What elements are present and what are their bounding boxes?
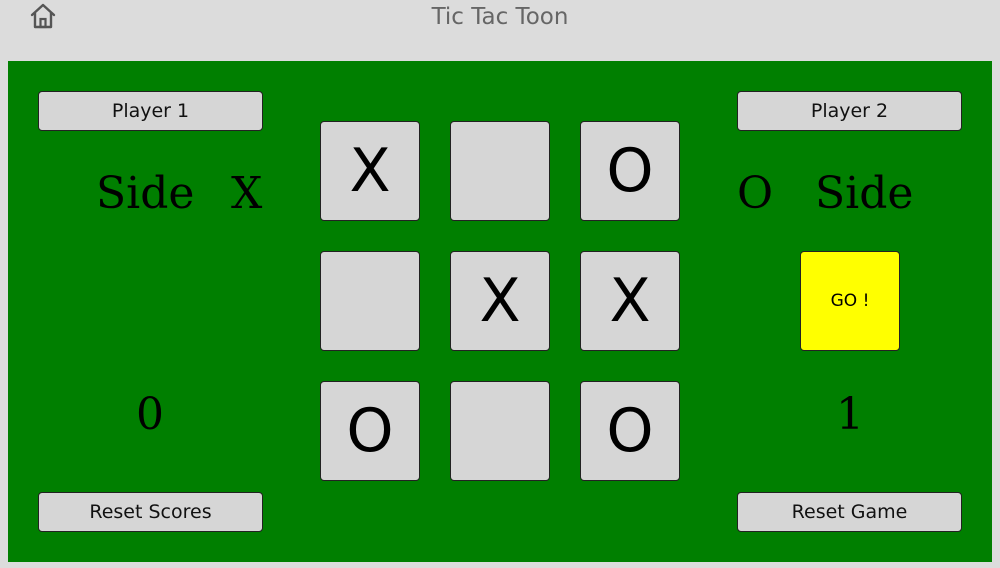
player2-score: 1 xyxy=(836,389,864,440)
title-bar: Tic Tac Toon xyxy=(0,0,1000,61)
grid-cell-7[interactable] xyxy=(450,381,550,481)
grid-cell-4[interactable]: X xyxy=(450,251,550,351)
player2-side-label: Side xyxy=(815,168,914,219)
player1-side-label: Side xyxy=(96,168,195,219)
app-title: Tic Tac Toon xyxy=(431,4,569,30)
grid-cell-1[interactable] xyxy=(450,121,550,221)
reset-scores-button[interactable]: Reset Scores xyxy=(38,492,263,532)
reset-game-button[interactable]: Reset Game xyxy=(737,492,962,532)
player1-button[interactable]: Player 1 xyxy=(38,91,263,131)
go-button[interactable]: GO ! xyxy=(800,251,900,351)
grid-cell-3[interactable] xyxy=(320,251,420,351)
player2-side-value: O xyxy=(737,168,774,219)
player1-side-value: X xyxy=(231,168,263,219)
player2-button[interactable]: Player 2 xyxy=(737,91,962,131)
player1-score: 0 xyxy=(136,389,164,440)
grid-cell-0[interactable]: X xyxy=(320,121,420,221)
grid-cell-5[interactable]: X xyxy=(580,251,680,351)
grid-cell-6[interactable]: O xyxy=(320,381,420,481)
grid-cell-8[interactable]: O xyxy=(580,381,680,481)
grid-cell-2[interactable]: O xyxy=(580,121,680,221)
